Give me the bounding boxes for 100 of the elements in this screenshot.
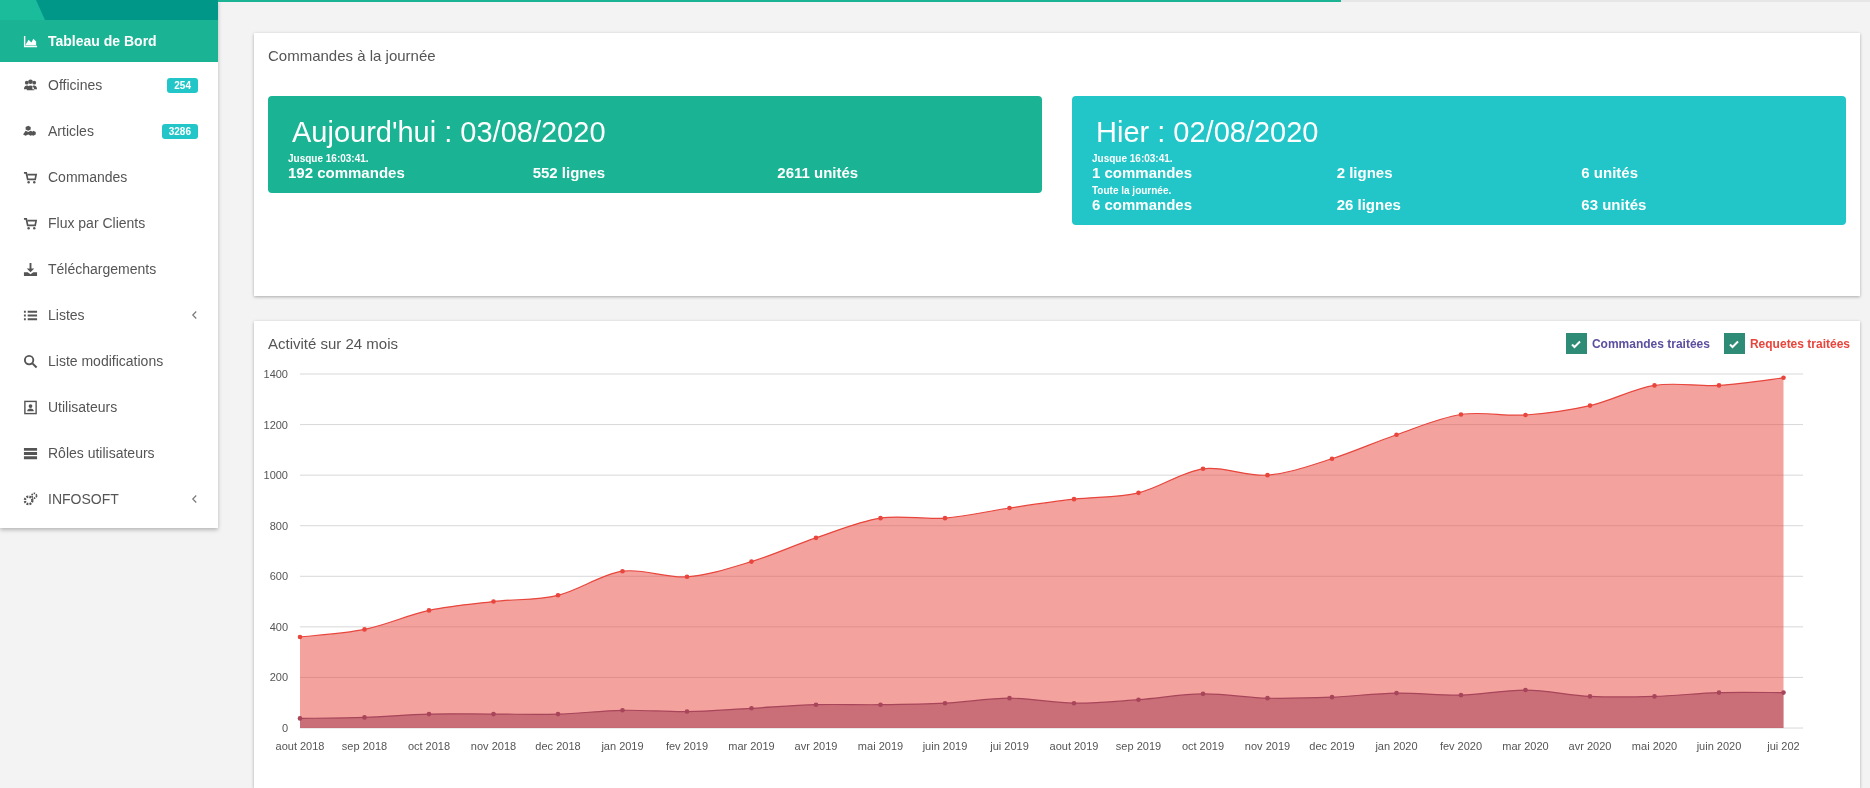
data-point <box>684 574 690 580</box>
data-point <box>1652 383 1657 388</box>
data-point <box>1136 697 1141 703</box>
data-point <box>1781 375 1786 381</box>
x-axis-label: avr 2020 <box>1568 740 1612 753</box>
x-axis-label: jui 2019 <box>990 740 1029 753</box>
y-axis-label: 600 <box>269 570 288 583</box>
day-title: Aujourd'hui : 03/08/2020 <box>291 116 607 149</box>
y-axis-label: 1200 <box>263 418 288 431</box>
stat-value: 552 lignes <box>532 164 607 181</box>
data-point <box>1007 696 1012 701</box>
data-point <box>1071 701 1077 706</box>
cart-icon <box>23 215 38 231</box>
period-caption: Toute la journée. <box>1092 185 1173 196</box>
legend-toggle[interactable]: Requetes traitées <box>1723 333 1850 355</box>
x-axis-label: avr 2019 <box>794 740 838 753</box>
x-axis-label: jan 2019 <box>601 740 644 753</box>
checkbox[interactable] <box>1723 333 1745 355</box>
data-point <box>1265 473 1270 478</box>
stat-value: 6 unités <box>1581 164 1639 181</box>
sidebar-item[interactable]: Liste modifications <box>0 338 218 384</box>
data-point <box>1394 691 1399 696</box>
search-icon <box>23 353 38 369</box>
day-title: Hier : 02/08/2020 <box>1095 116 1320 149</box>
data-point <box>620 569 625 574</box>
data-point <box>749 706 754 711</box>
period-caption: Jusque 16:03:41. <box>1092 153 1174 164</box>
sidebar-item[interactable]: Listes <box>0 292 218 338</box>
x-axis-label: nov 2019 <box>1244 740 1291 753</box>
data-point <box>1458 693 1464 698</box>
data-point <box>362 627 367 632</box>
data-point <box>1652 694 1657 699</box>
data-point <box>942 516 948 521</box>
data-point <box>749 559 754 565</box>
data-point <box>1458 412 1464 417</box>
sidebar-item[interactable]: Officines 254 <box>0 62 218 108</box>
x-axis-label: mar 2019 <box>728 740 775 753</box>
y-axis-label: 800 <box>269 519 288 532</box>
stat-value: 192 commandes <box>288 164 406 181</box>
stat-value: 2 lignes <box>1336 164 1394 181</box>
sidebar-item[interactable]: Flux par Clients <box>0 200 218 246</box>
data-point <box>1587 694 1593 699</box>
users-icon <box>23 77 38 93</box>
x-axis-label: aout 2019 <box>1049 740 1099 753</box>
data-point <box>1716 383 1722 388</box>
y-axis-label: 200 <box>269 671 288 684</box>
stat-value: 63 unités <box>1581 196 1648 213</box>
data-point <box>684 709 690 715</box>
x-axis-label: fev 2020 <box>1439 740 1483 753</box>
data-point <box>426 608 432 613</box>
x-axis-label: oct 2018 <box>407 740 451 753</box>
y-axis-label: 1000 <box>263 469 288 482</box>
data-point <box>1329 695 1335 700</box>
sidebar-item[interactable]: Articles 3286 <box>0 108 218 154</box>
data-point <box>1329 456 1335 462</box>
x-axis-label: nov 2018 <box>470 740 517 753</box>
stat-value: 26 lignes <box>1336 196 1402 213</box>
data-point <box>813 702 819 708</box>
area-chart-icon <box>23 33 38 49</box>
sidebar-item[interactable]: Commandes <box>0 154 218 200</box>
x-axis-label: mar 2020 <box>1502 740 1549 753</box>
data-point <box>1136 490 1141 496</box>
data-point <box>1200 466 1206 472</box>
x-axis-label: jan 2020 <box>1375 740 1418 753</box>
contact-card-icon <box>23 399 38 415</box>
x-axis-label: fev 2019 <box>665 740 709 753</box>
period-caption: Jusque 16:03:41. <box>288 153 370 164</box>
x-axis-label: sep 2018 <box>341 740 388 753</box>
y-axis-label: 400 <box>269 621 288 634</box>
x-axis-label: jui 202 <box>1767 740 1800 753</box>
sidebar-item[interactable]: Téléchargements <box>0 246 218 292</box>
data-point <box>1781 690 1786 696</box>
data-point <box>1523 687 1528 693</box>
legend-toggle[interactable]: Commandes traitées <box>1565 333 1710 355</box>
data-point <box>426 712 432 717</box>
y-axis-label: 0 <box>281 722 288 735</box>
sidebar-item[interactable]: INFOSOFT <box>0 476 218 522</box>
checkbox[interactable] <box>1565 333 1587 355</box>
data-point <box>1523 412 1528 418</box>
x-axis-label: sep 2019 <box>1115 740 1162 753</box>
data-point <box>1200 691 1206 697</box>
data-point <box>942 701 948 706</box>
x-axis-label: mai 2019 <box>857 740 904 753</box>
data-point <box>491 712 496 717</box>
y-axis-label: 1400 <box>263 368 288 381</box>
data-point <box>1394 432 1399 438</box>
card-title: Commandes à la journée <box>268 46 437 64</box>
download-icon <box>23 261 38 277</box>
stack-icon <box>23 445 38 461</box>
cart-icon <box>23 169 38 185</box>
data-point <box>297 716 303 721</box>
x-axis-label: oct 2019 <box>1181 740 1225 753</box>
x-axis-label: aout 2018 <box>275 740 325 753</box>
data-point <box>878 516 883 521</box>
data-point <box>555 593 561 598</box>
stat-value: 2611 unités <box>777 164 860 181</box>
sidebar-item[interactable]: Rôles utilisateurs <box>0 430 218 476</box>
data-point <box>1265 696 1270 701</box>
data-point <box>555 712 561 717</box>
sidebar-item[interactable]: Utilisateurs <box>0 384 218 430</box>
